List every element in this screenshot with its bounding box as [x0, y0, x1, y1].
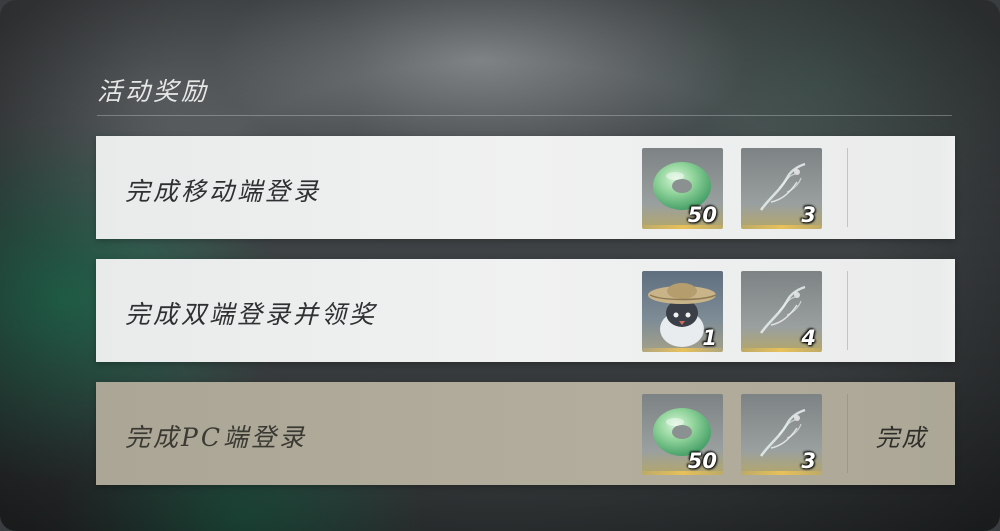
- reward-count: 3: [801, 203, 816, 227]
- status-completed-label: 完成: [875, 424, 928, 452]
- reward-count: 4: [801, 326, 816, 350]
- reward-slot[interactable]: 50: [642, 394, 723, 475]
- reward-slot[interactable]: 3: [741, 394, 822, 475]
- panel-title: 活动奖励: [97, 77, 210, 106]
- reward-row-pc-login: 完成PC端登录 50 3 完成: [96, 382, 955, 485]
- reward-count: 50: [687, 203, 717, 227]
- reward-count: 3: [801, 449, 816, 473]
- reward-count: 50: [687, 449, 717, 473]
- brush-edge: [941, 136, 955, 239]
- brush-edge: [941, 259, 955, 362]
- title-divider: [97, 115, 952, 116]
- reward-slot[interactable]: 1: [642, 271, 723, 352]
- status-divider: [847, 148, 848, 227]
- reward-count: 1: [702, 326, 717, 350]
- reward-row-dual-login: 完成双端登录并领奖 1 4: [96, 259, 955, 362]
- reward-slot[interactable]: 50: [642, 148, 723, 229]
- task-label: 完成移动端登录: [125, 177, 322, 206]
- status-divider: [847, 271, 848, 350]
- task-label: 完成双端登录并领奖: [125, 300, 378, 329]
- reward-slot[interactable]: 4: [741, 271, 822, 352]
- reward-row-mobile-login: 完成移动端登录 50 3: [96, 136, 955, 239]
- activity-rewards-panel: 活动奖励 完成移动端登录 50 3 完成双端登录并领奖 1 4 完成PC端登录 …: [0, 0, 1000, 531]
- reward-slot[interactable]: 3: [741, 148, 822, 229]
- task-label: 完成PC端登录: [125, 423, 307, 452]
